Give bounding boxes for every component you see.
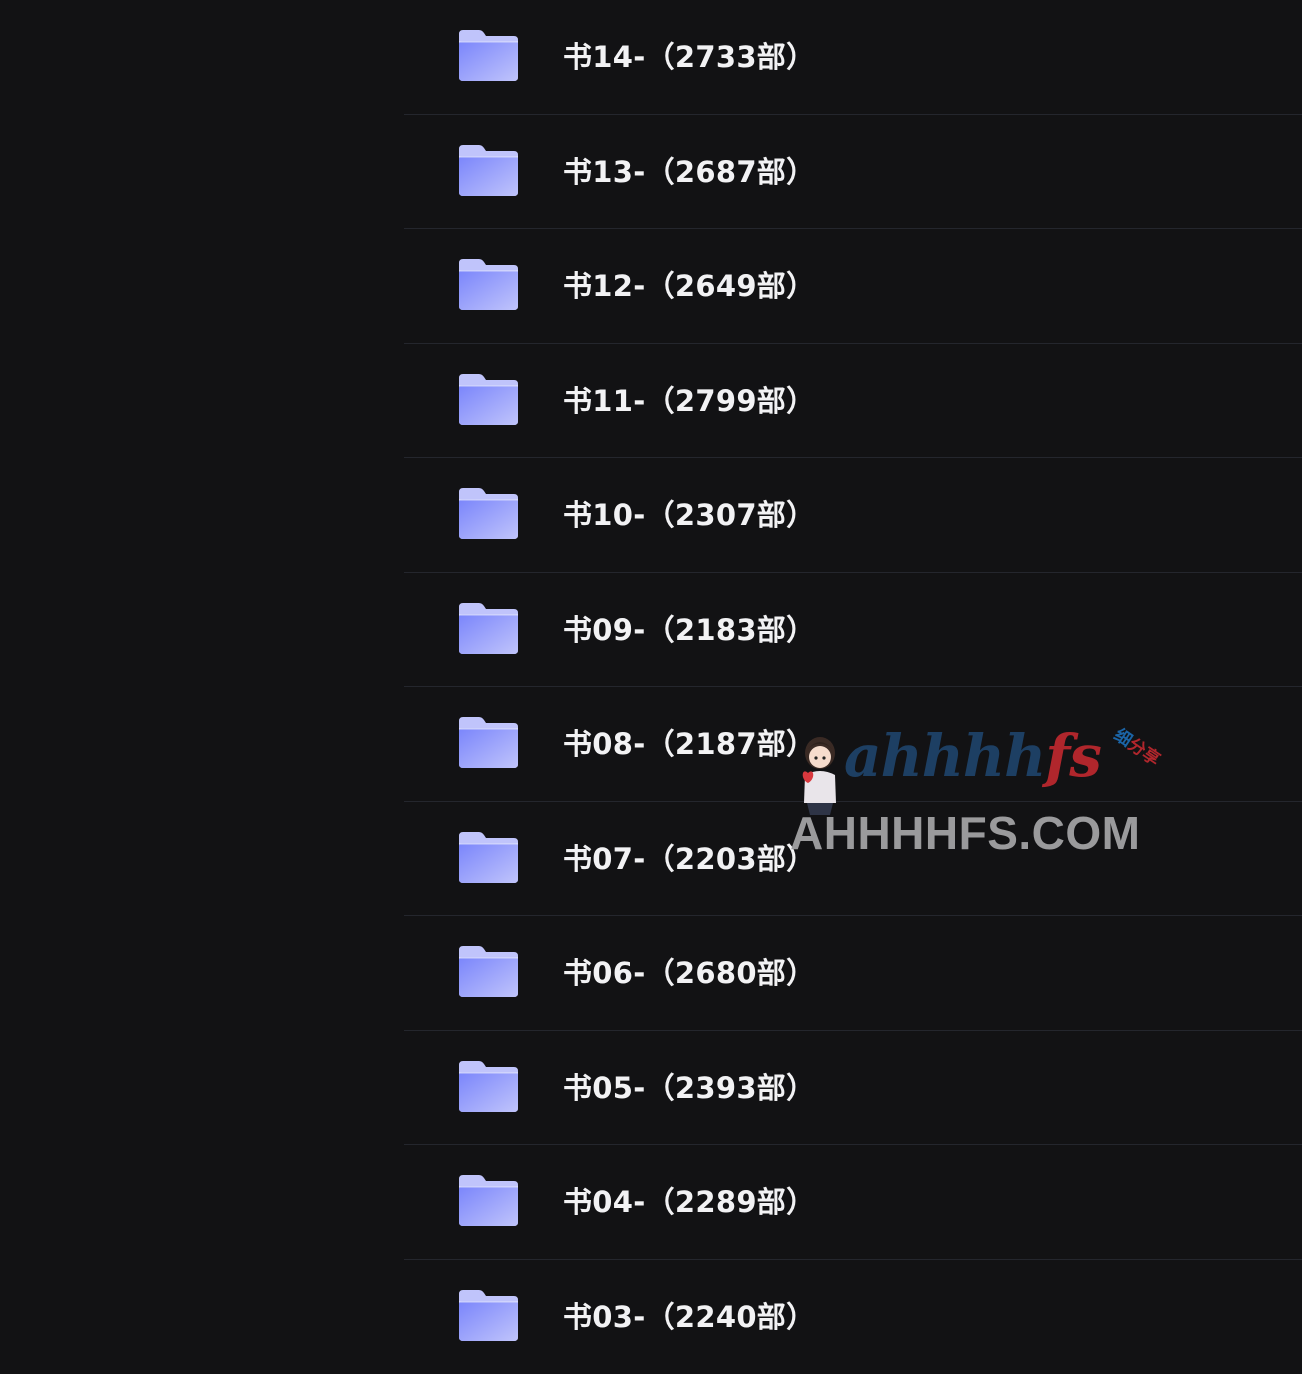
folder-icon — [457, 487, 519, 540]
folder-name: 书07-（2203部） — [563, 802, 815, 917]
folder-name: 书10-（2307部） — [563, 458, 815, 573]
folder-row[interactable]: 书14-（2733部） — [404, 0, 1302, 115]
folder-icon — [457, 29, 519, 82]
folder-icon — [457, 258, 519, 311]
folder-row[interactable]: 书09-（2183部） — [404, 573, 1302, 688]
folder-row[interactable]: 书12-（2649部） — [404, 229, 1302, 344]
folder-row[interactable]: 书11-（2799部） — [404, 344, 1302, 459]
folder-name: 书13-（2687部） — [563, 115, 815, 230]
folder-name: 书08-（2187部） — [563, 687, 815, 802]
folder-icon — [457, 1174, 519, 1227]
folder-icon — [457, 144, 519, 197]
folder-list: 书14-（2733部） 书13-（2687部） 书12-（2649部） 书11-… — [404, 0, 1302, 1374]
folder-icon — [457, 373, 519, 426]
folder-row[interactable]: 书06-（2680部） — [404, 916, 1302, 1031]
folder-icon — [457, 831, 519, 884]
folder-row[interactable]: 书05-（2393部） — [404, 1031, 1302, 1146]
folder-icon — [457, 945, 519, 998]
folder-icon — [457, 1060, 519, 1113]
folder-name: 书11-（2799部） — [563, 344, 815, 459]
folder-name: 书09-（2183部） — [563, 573, 815, 688]
folder-row[interactable]: 书10-（2307部） — [404, 458, 1302, 573]
folder-icon — [457, 716, 519, 769]
folder-name: 书12-（2649部） — [563, 229, 815, 344]
folder-row[interactable]: 书03-（2240部） — [404, 1260, 1302, 1374]
folder-icon — [457, 1289, 519, 1342]
folder-row[interactable]: 书07-（2203部） — [404, 802, 1302, 917]
folder-name: 书03-（2240部） — [563, 1260, 815, 1374]
folder-name: 书04-（2289部） — [563, 1145, 815, 1260]
folder-row[interactable]: 书04-（2289部） — [404, 1145, 1302, 1260]
folder-row[interactable]: 书08-（2187部） — [404, 687, 1302, 802]
folder-name: 书06-（2680部） — [563, 916, 815, 1031]
folder-name: 书05-（2393部） — [563, 1031, 815, 1146]
folder-name: 书14-（2733部） — [563, 0, 815, 115]
folder-row[interactable]: 书13-（2687部） — [404, 115, 1302, 230]
folder-icon — [457, 602, 519, 655]
